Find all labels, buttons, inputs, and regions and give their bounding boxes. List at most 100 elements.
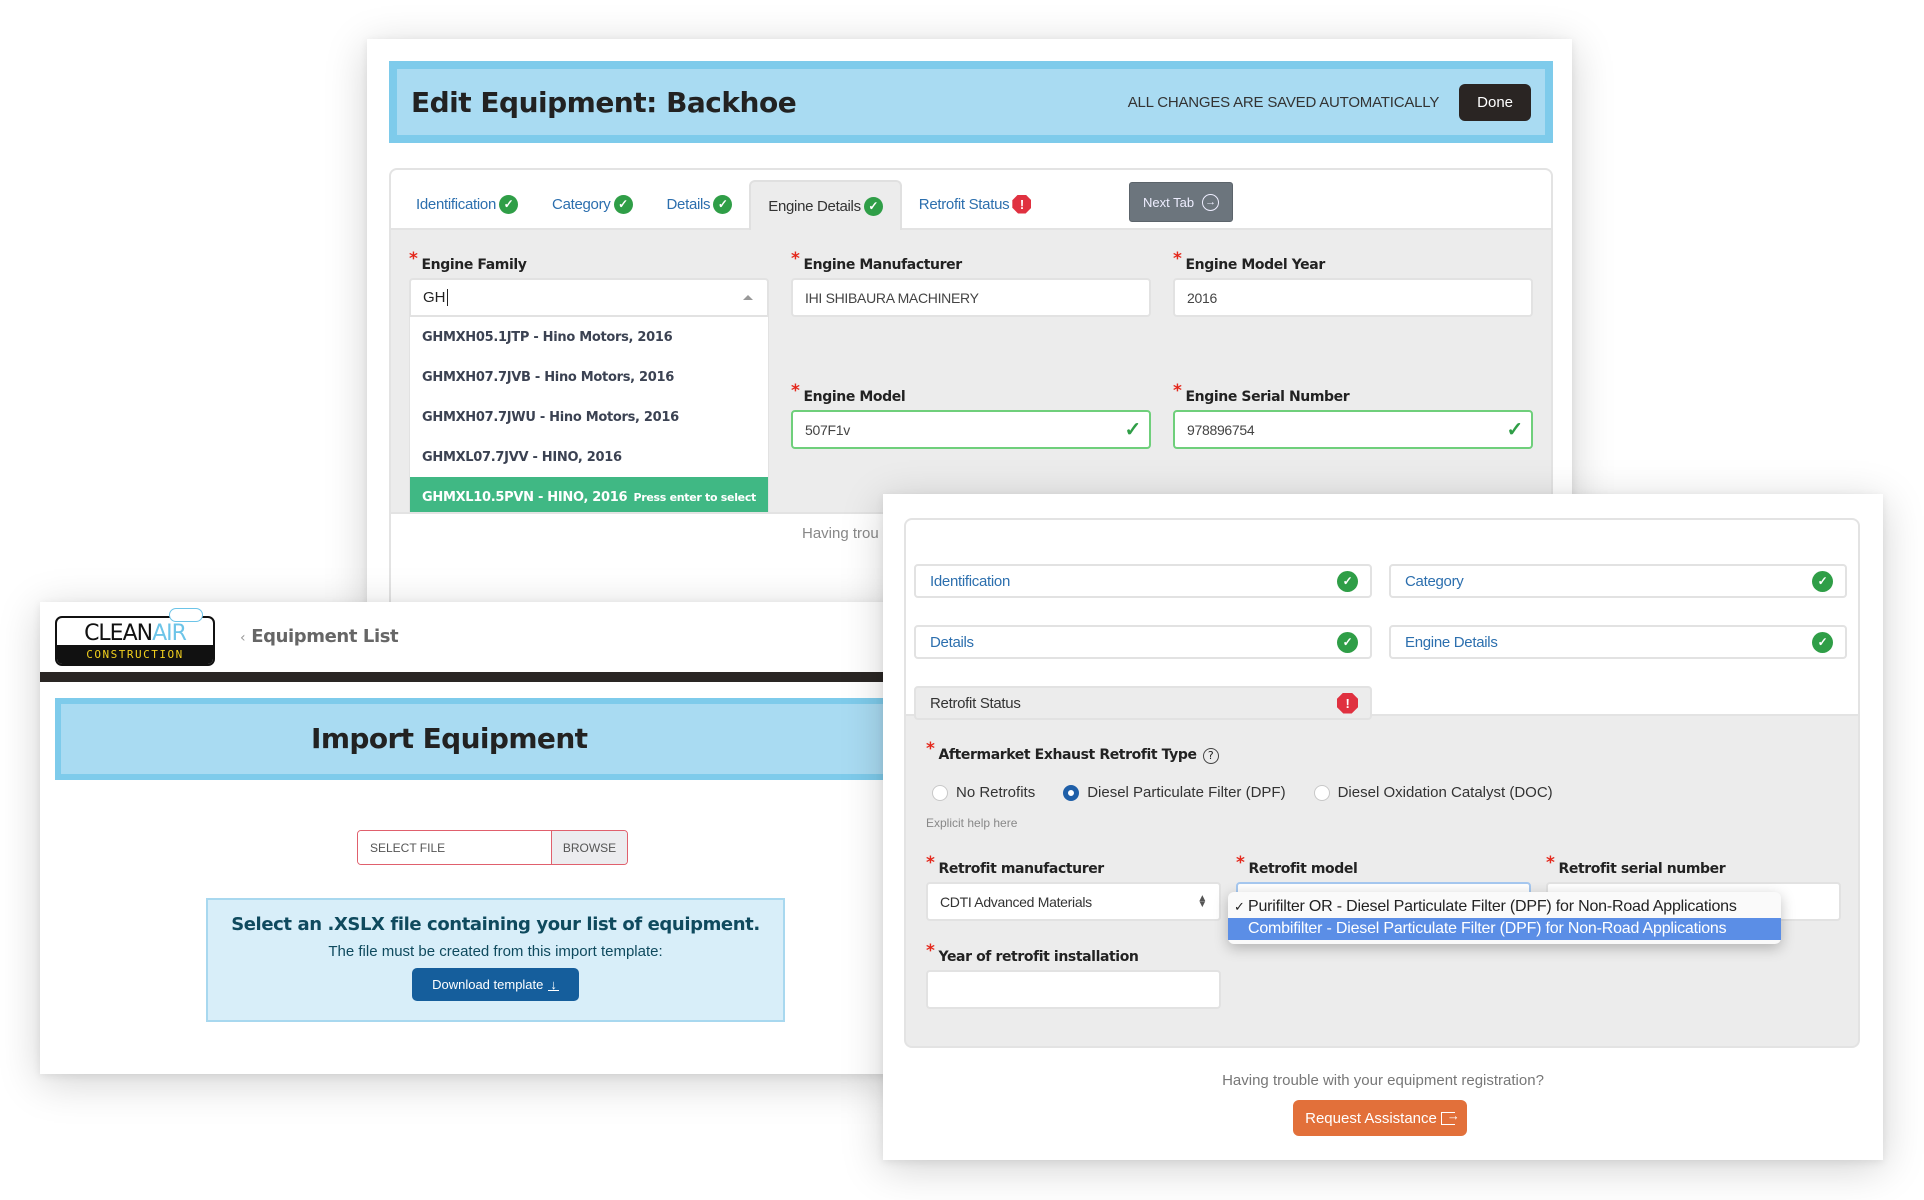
section-label: Category (1405, 572, 1464, 590)
option-label: Combifilter - Diesel Particulate Filter … (1248, 920, 1727, 937)
clean-air-construction-logo[interactable]: CLEAN AIR CONSTRUCTION (55, 608, 215, 666)
retrofit-model-dropdown-menu: ✓ Purifilter OR - Diesel Particulate Filt… (1228, 892, 1781, 944)
engine-family-option[interactable]: GHMXH07.7JWU - Hino Motors, 2016 (410, 397, 768, 437)
section-details[interactable]: Details ✓ (914, 625, 1372, 659)
tab-category[interactable]: Category ✓ (535, 180, 649, 228)
section-label: Details (930, 633, 974, 651)
retrofit-model-option-checked[interactable]: ✓ Purifilter OR - Diesel Particulate Filt… (1228, 896, 1781, 918)
nav-divider-bar (40, 672, 910, 682)
engine-manufacturer-label: * Engine Manufacturer (791, 249, 962, 273)
engine-serial-number-value: 978896754 (1187, 421, 1255, 438)
next-tab-button[interactable]: Next Tab → (1129, 182, 1234, 222)
request-assistance-button[interactable]: Request Assistance (1293, 1100, 1467, 1136)
check-circle-icon: ✓ (1812, 570, 1833, 592)
radio-button[interactable] (932, 784, 948, 801)
done-button[interactable]: Done (1459, 83, 1531, 121)
check-circle-icon: ✓ (613, 194, 633, 214)
retrofit-type-help: Explicit help here (926, 816, 1018, 830)
checkmark-icon: ✓ (1234, 899, 1245, 914)
engine-family-value: GH (423, 289, 446, 306)
next-tab-label: Next Tab (1143, 194, 1195, 210)
engine-serial-number-label: * Engine Serial Number (1173, 381, 1350, 405)
section-engine-details[interactable]: Engine Details ✓ (1389, 625, 1847, 659)
required-star: * (1546, 853, 1555, 873)
radio-button[interactable] (1313, 784, 1330, 801)
help-circle-icon[interactable]: ? (1202, 747, 1219, 764)
import-equipment-header: Import Equipment (55, 698, 895, 780)
download-template-label: Download template (432, 977, 544, 992)
engine-model-label: * Engine Model (791, 381, 906, 405)
caret-up-icon[interactable] (743, 295, 753, 300)
check-circle-icon: ✓ (1337, 570, 1358, 592)
retrofit-manufacturer-select[interactable]: CDTI Advanced Materials ▲ ▼ (926, 882, 1221, 921)
tab-details[interactable]: Details ✓ (650, 180, 750, 228)
tab-retrofit-status[interactable]: Retrofit Status ! (902, 180, 1049, 228)
radio-doc[interactable]: Diesel Oxidation Catalyst (DOC) (1313, 784, 1553, 801)
retrofit-manufacturer-value: CDTI Advanced Materials (940, 893, 1092, 910)
logo-wordmark: CLEAN AIR (57, 618, 213, 646)
error-octagon-icon: ! (1012, 194, 1032, 214)
year-of-installation-input[interactable] (926, 970, 1221, 1009)
engine-model-year-label: * Engine Model Year (1173, 249, 1325, 273)
radio-no-retrofits[interactable]: No Retrofits (932, 784, 1035, 801)
download-template-button[interactable]: Download template ↓ (412, 968, 579, 1001)
breadcrumb-back-link[interactable]: ‹ Equipment List (240, 626, 399, 647)
tab-label: Engine Details (768, 197, 861, 215)
engine-model-value: 507F1v (805, 421, 850, 438)
text-cursor (446, 289, 448, 306)
required-star: * (926, 739, 935, 759)
select-arrows-icon: ▲ ▼ (1197, 892, 1207, 910)
chevron-left-icon: ‹ (240, 630, 246, 646)
logo-subtitle: CONSTRUCTION (57, 645, 213, 664)
required-star: * (1173, 381, 1182, 401)
engine-model-year-input[interactable]: 2016 (1173, 278, 1533, 317)
import-instructions: Select an .XSLX file containing your lis… (206, 898, 785, 1022)
engine-manufacturer-input[interactable]: IHI SHIBAURA MACHINERY (791, 278, 1151, 317)
tab-bar: Identification ✓ Category ✓ Details ✓ En… (391, 170, 1551, 230)
required-star: * (926, 853, 935, 873)
required-star: * (926, 941, 935, 961)
engine-family-input[interactable]: GH (409, 278, 769, 317)
page-title: Edit Equipment: Backhoe (411, 85, 797, 119)
radio-button-selected[interactable] (1063, 784, 1080, 801)
check-circle-icon: ✓ (713, 194, 733, 214)
required-star: * (1236, 853, 1245, 873)
section-identification[interactable]: Identification ✓ (914, 564, 1372, 598)
engine-family-option[interactable]: GHMXH05.1JTP - Hino Motors, 2016 (410, 317, 768, 357)
section-label: Retrofit Status (930, 694, 1021, 712)
engine-model-input[interactable]: 507F1v ✓ (791, 410, 1151, 449)
page-title: Import Equipment (311, 722, 588, 755)
check-circle-icon: ✓ (863, 196, 883, 216)
engine-manufacturer-value: IHI SHIBAURA MACHINERY (805, 289, 979, 306)
check-circle-icon: ✓ (1337, 631, 1358, 653)
tab-engine-details[interactable]: Engine Details ✓ (749, 180, 902, 230)
engine-family-option[interactable]: GHMXL07.7JVV - HINO, 2016 (410, 437, 768, 477)
engine-serial-number-input[interactable]: 978896754 ✓ (1173, 410, 1533, 449)
required-star: * (409, 249, 418, 269)
checkmark-icon: ✓ (1506, 419, 1524, 441)
retrofit-form: Identification ✓ Category ✓ Details ✓ En… (904, 518, 1860, 1048)
engine-family-option-highlighted[interactable]: GHMXL10.5PVN - HINO, 2016 Press enter to… (410, 477, 768, 517)
browse-button[interactable]: BROWSE (551, 831, 627, 864)
year-of-installation-label: * Year of retrofit installation (926, 941, 1139, 965)
section-category[interactable]: Category ✓ (1389, 564, 1847, 598)
retrofit-serial-number-label: * Retrofit serial number (1546, 853, 1726, 877)
engine-family-label: * Engine Family (409, 249, 527, 273)
section-retrofit-status[interactable]: Retrofit Status ! (914, 686, 1372, 720)
required-star: * (1173, 249, 1182, 269)
file-picker: SELECT FILE BROWSE (357, 830, 628, 865)
radio-label: Diesel Particulate Filter (DPF) (1087, 784, 1286, 801)
select-file-input[interactable]: SELECT FILE (358, 831, 551, 864)
tab-identification[interactable]: Identification ✓ (399, 180, 535, 228)
retrofit-manufacturer-label: * Retrofit manufacturer (926, 853, 1104, 877)
trouble-text-partial: Having trou (802, 525, 879, 542)
retrofit-model-option-hovered[interactable]: Combifilter - Diesel Particulate Filter … (1228, 918, 1781, 940)
breadcrumb-label: Equipment List (251, 626, 399, 647)
retrofit-model-label: * Retrofit model (1236, 853, 1358, 877)
tab-label: Identification (416, 195, 497, 213)
checkmark-icon: ✓ (1124, 419, 1142, 441)
autosave-note: ALL CHANGES ARE SAVED AUTOMATICALLY (1127, 93, 1440, 111)
external-exit-icon (1440, 1108, 1460, 1125)
radio-dpf[interactable]: Diesel Particulate Filter (DPF) (1063, 784, 1286, 801)
engine-family-option[interactable]: GHMXH07.7JVB - Hino Motors, 2016 (410, 357, 768, 397)
